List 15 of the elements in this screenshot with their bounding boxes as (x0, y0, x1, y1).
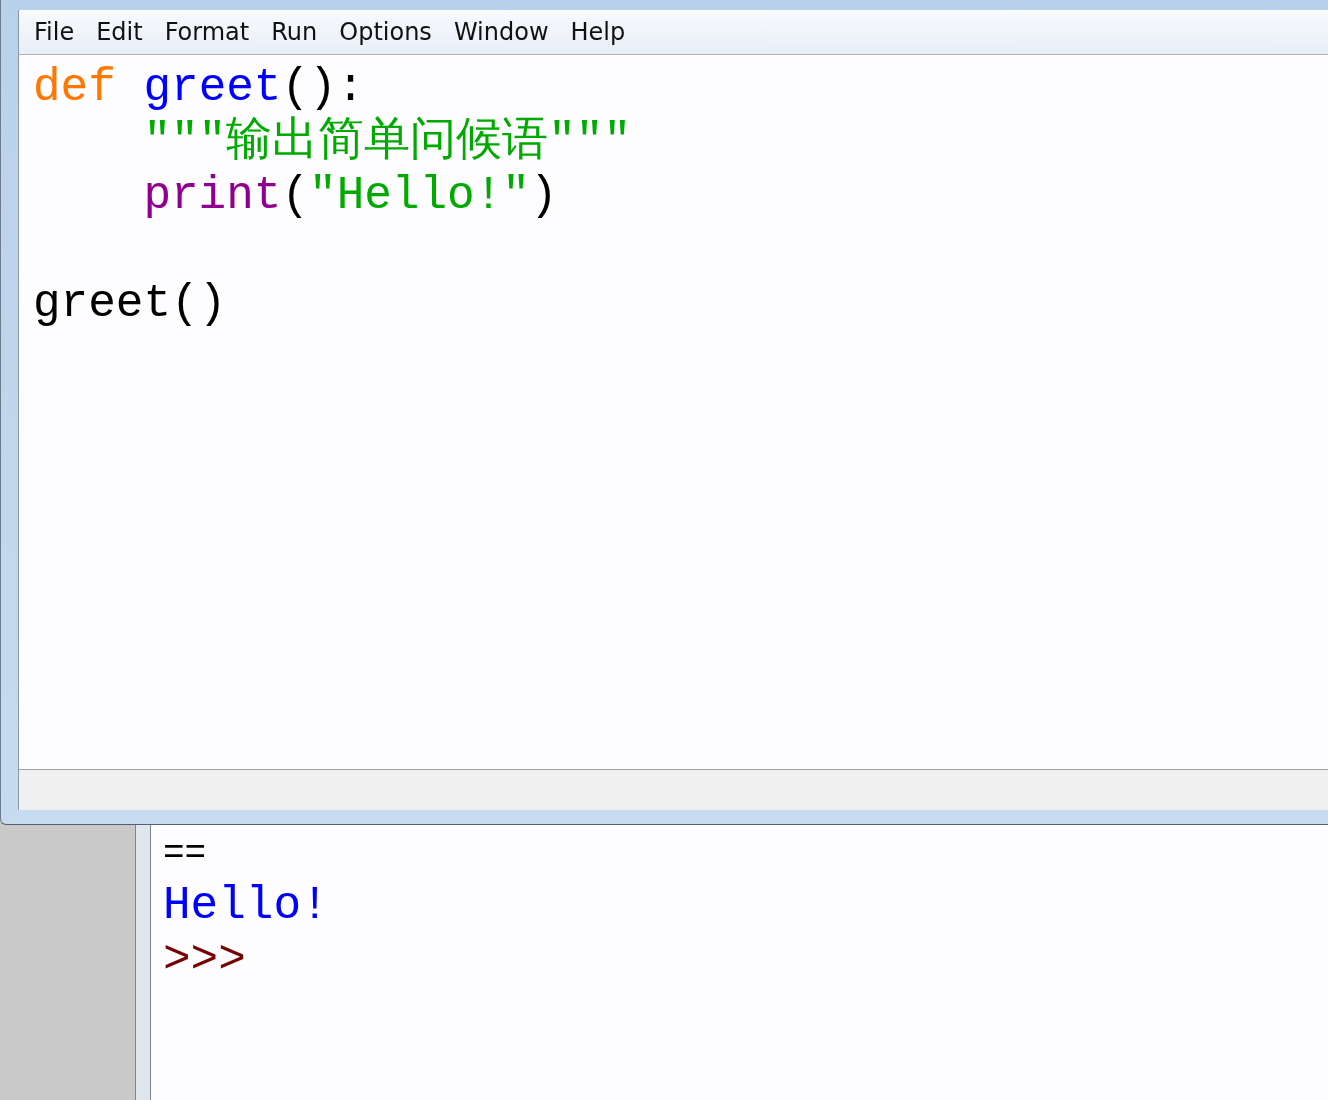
menu-item[interactable]: Format (155, 18, 263, 46)
menu-item[interactable]: File (25, 18, 88, 46)
menu-item[interactable]: Edit (87, 18, 156, 46)
code-line: greet() (33, 277, 227, 331)
menu-item[interactable]: Options (330, 18, 445, 46)
menu-item[interactable]: Run (262, 18, 331, 46)
menu-item[interactable]: Help (561, 18, 639, 46)
shell-prompt: >>> (163, 933, 246, 987)
code-editor[interactable]: def greet(): """输出简单问候语""" print("Hello!") greet() (18, 55, 1328, 769)
menu-item[interactable]: Window (444, 18, 562, 46)
code-line: def greet(): (33, 61, 365, 115)
code-line: print("Hello!") (143, 169, 558, 223)
shell-line: Hello! (163, 879, 329, 933)
code-line: """输出简单问候语""" (143, 115, 632, 169)
shell-line: == (163, 832, 207, 876)
